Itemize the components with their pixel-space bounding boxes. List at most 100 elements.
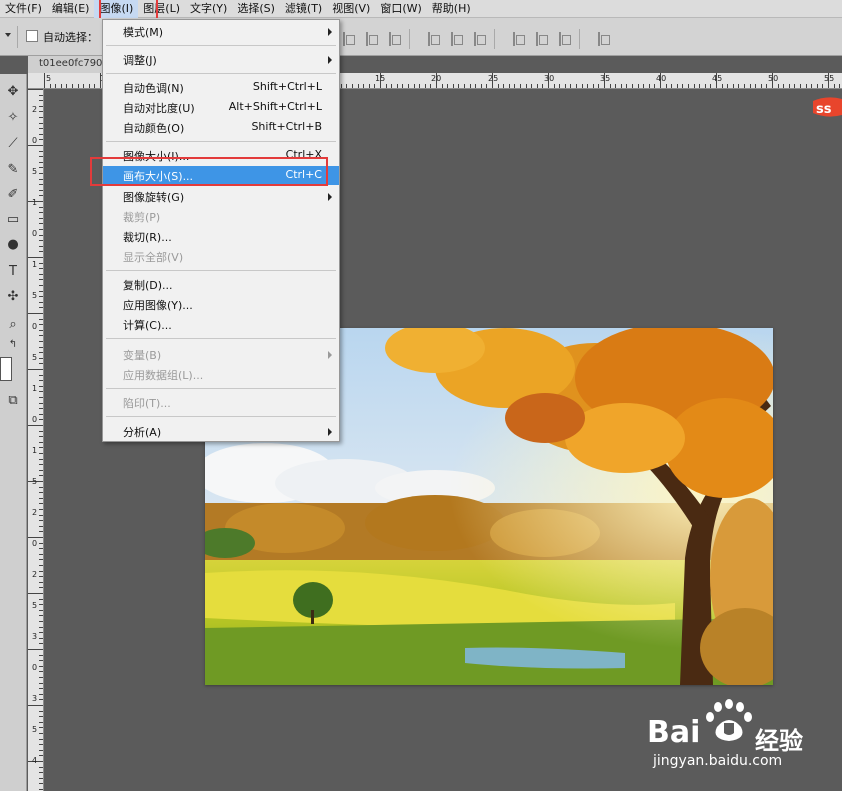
menu-option: 陷印(T)... [103,393,339,412]
zoom-icon[interactable]: ⌕ [4,316,22,334]
baidu-jingyan-watermark: Bai 经验 jingyan.baidu.com [647,699,837,774]
swap-colors-icon[interactable]: ↰ [4,336,22,354]
distribute-left-icon[interactable] [510,31,526,47]
submenu-arrow-icon [328,351,332,359]
ruler-number: 0 [32,229,38,238]
ruler-number: 5 [32,353,38,362]
ruler-number: 5 [32,601,38,610]
submenu-arrow-icon [328,428,332,436]
menu-option[interactable]: 裁切(R)... [103,227,339,246]
ruler-number: 20 [431,74,442,83]
brand-logo-icon: ss [811,95,842,119]
menu-option-label: 显示全部(V) [123,251,184,264]
menu-separator [106,388,336,389]
menu-option[interactable]: 自动色调(N) Shift+Ctrl+L [103,78,339,97]
ruler-tick [28,89,43,90]
menu-item[interactable]: 视图(V) [327,0,375,18]
ruler-number: 0 [32,136,38,145]
ruler-number: 5 [32,477,38,486]
menu-option[interactable]: 模式(M) [103,22,339,41]
ruler-tick [28,425,43,426]
ruler-number: 40 [656,74,667,83]
vertical-ruler: 2051015051015202530354 [28,89,44,791]
menu-option[interactable]: 图像旋转(G) [103,187,339,206]
ruler-number: 3 [32,694,38,703]
distribute-hcenter-icon[interactable] [533,31,549,47]
foreground-color-swatch[interactable] [0,357,12,381]
submenu-arrow-icon [328,28,332,36]
distribute-top-icon[interactable] [425,31,441,47]
ruler-tick [28,593,43,594]
distribute-bottom-icon[interactable] [471,31,487,47]
submenu-arrow-icon [328,193,332,201]
tool-preset-dropdown-icon[interactable] [5,33,11,37]
ruler-number: 2 [32,508,38,517]
menu-option[interactable]: 调整(J) [103,50,339,69]
ruler-tick [28,257,43,258]
menu-option-label: 自动色调(N) [123,82,184,95]
magic-wand-icon[interactable]: ✧ [4,109,22,127]
photoshop-window: 文件(F) 编辑(E) 图像(I) 图层(L) 文字(Y) 选择(S) 滤镜(T) 视图(V)… [0,0,842,791]
stamp-icon[interactable]: ✣ [4,288,22,306]
ruler-number: 1 [32,260,38,269]
ruler-number: 5 [32,167,38,176]
menu-separator [106,416,336,417]
align-bottom-icon[interactable] [386,31,402,47]
gradient-icon[interactable]: ▭ [4,211,22,229]
align-buttons-group [340,29,618,49]
menu-item[interactable]: 文字(Y) [185,0,232,18]
menu-option[interactable]: 分析(A) [103,422,339,441]
brush-icon[interactable]: ✎ [4,161,22,179]
menu-item[interactable]: 滤镜(T) [280,0,327,18]
history-brush-icon[interactable]: ✐ [4,186,22,204]
ruler-tick [44,73,45,88]
ruler-number: 0 [32,663,38,672]
distribute-vcenter-icon[interactable] [448,31,464,47]
menu-option[interactable]: 自动颜色(O) Shift+Ctrl+B [103,118,339,137]
menu-option-label: 应用图像(Y)... [123,299,193,312]
type-tool-icon[interactable]: T [4,263,22,281]
ruler-number: 5 [46,74,52,83]
align-vcenter-icon[interactable] [363,31,379,47]
menu-option[interactable]: 应用图像(Y)... [103,295,339,314]
image-menu-dropdown: 模式(M) 调整(J) 自动色调(N) Shift+Ctrl+L 自动对比度(U) Alt… [102,19,340,442]
menu-item[interactable]: 文件(F) [0,0,47,18]
menu-option[interactable]: 计算(C)... [103,315,339,334]
dodge-icon[interactable]: ● [4,236,22,254]
menu-item[interactable]: 窗口(W) [375,0,426,18]
auto-select-checkbox[interactable] [26,30,38,42]
ruler-number: 1 [32,384,38,393]
menu-item[interactable]: 帮助(H) [427,0,476,18]
menu-option-label: 应用数据组(L)... [123,369,204,382]
menu-option: 显示全部(V) [103,247,339,266]
svg-text:ss: ss [816,102,832,117]
menu-option-label: 调整(J) [123,54,157,67]
menu-option[interactable]: 复制(D)... [103,275,339,294]
menu-option-label: 计算(C)... [123,319,172,332]
watermark-brand-cn: 经验 [755,727,803,755]
ruler-number: 2 [32,105,38,114]
menu-option-label: 自动颜色(O) [123,122,185,135]
menu-item[interactable]: 选择(S) [232,0,280,18]
ruler-number: 35 [600,74,611,83]
submenu-arrow-icon [328,56,332,64]
menu-option-label: 裁剪(P) [123,211,161,224]
auto-align-layers-icon[interactable] [595,31,611,47]
move-tool-icon[interactable]: ✥ [4,83,22,101]
ruler-tick [28,705,43,706]
menu-option[interactable]: 自动对比度(U) Alt+Shift+Ctrl+L [103,98,339,117]
menu-option-shortcut: Shift+Ctrl+B [251,120,322,133]
ruler-tick [28,649,43,650]
menu-option-label: 模式(M) [123,26,164,39]
align-top-icon[interactable] [340,31,356,47]
menu-option-label: 变量(B) [123,349,162,362]
ruler-tick [28,145,43,146]
eyedropper-icon[interactable]: ⟋ [4,135,22,153]
ruler-number: 55 [824,74,835,83]
options-separator [409,29,417,49]
screen-mode-icon[interactable]: ⧉ [4,392,22,410]
watermark-url: jingyan.baidu.com [653,753,783,769]
menu-item[interactable]: 编辑(E) [47,0,95,18]
distribute-right-icon[interactable] [556,31,572,47]
menu-option-label: 自动对比度(U) [123,102,195,115]
